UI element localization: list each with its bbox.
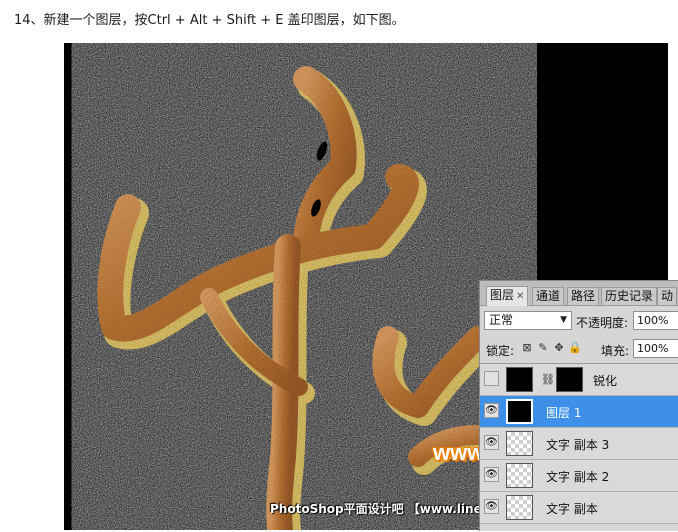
fill-label: 填充: bbox=[601, 344, 630, 358]
lock-fill-row: 锁定: ⊠ ✎ ✥ 🔒 填充: 100% bbox=[480, 337, 678, 361]
layer-name: 文字 副本 2 bbox=[546, 470, 610, 484]
link-icon[interactable]: ⛓ bbox=[541, 373, 555, 386]
eye-icon[interactable]: 👁 bbox=[484, 499, 499, 514]
layer-thumbnail bbox=[506, 431, 533, 456]
layer-thumbnail bbox=[506, 367, 533, 392]
layer-row-text-copy3[interactable]: 👁 文字 副本 3 bbox=[480, 428, 678, 460]
fill-input[interactable]: 100% bbox=[633, 339, 678, 358]
lock-transparency-icon[interactable]: ⊠ bbox=[520, 341, 534, 355]
tab-channels[interactable]: 通道 bbox=[532, 287, 565, 305]
layer-row-sharpen[interactable]: ⛓ 锐化 bbox=[480, 364, 678, 396]
lock-label: 锁定: bbox=[486, 344, 515, 358]
layer-name: 文字 副本 3 bbox=[546, 438, 610, 452]
layers-list: ⛓ 锐化 👁 图层 1 👁 文字 副本 3 👁 文字 副本 2 👁 文字 副本 bbox=[480, 363, 678, 532]
layer-mask-thumbnail[interactable] bbox=[556, 367, 583, 392]
lock-all-icon[interactable]: 🔒 bbox=[568, 341, 582, 355]
opacity-label: 不透明度: bbox=[576, 316, 629, 330]
layer-row-text-copy2[interactable]: 👁 文字 副本 2 bbox=[480, 460, 678, 492]
blend-mode-select[interactable]: 正常 ▼ bbox=[484, 311, 572, 330]
tab-paths[interactable]: 路径 bbox=[567, 287, 600, 305]
layer-row-layer1[interactable]: 👁 图层 1 bbox=[480, 396, 678, 428]
close-icon[interactable]: ✕ bbox=[516, 291, 524, 302]
lock-pixels-icon[interactable]: ✎ bbox=[536, 341, 550, 355]
tab-label: 图层 bbox=[490, 288, 515, 302]
eye-icon[interactable]: 👁 bbox=[484, 435, 499, 450]
chevron-down-icon: ▼ bbox=[560, 315, 567, 325]
tab-history[interactable]: 历史记录 bbox=[601, 287, 658, 305]
layer-thumbnail bbox=[506, 495, 533, 520]
tab-layers[interactable]: 图层 ✕ bbox=[486, 286, 529, 306]
step-instruction: 14、新建一个图层，按Ctrl + Alt + Shift + E 盖印图层，如… bbox=[14, 13, 405, 28]
panel-tabs: 图层 ✕ 通道 路径 历史记录 动 bbox=[480, 281, 678, 306]
lock-position-icon[interactable]: ✥ bbox=[552, 341, 566, 355]
tab-actions[interactable]: 动 bbox=[657, 287, 678, 305]
layer-thumbnail bbox=[506, 399, 533, 424]
visibility-toggle[interactable] bbox=[484, 371, 499, 386]
blend-mode-value: 正常 bbox=[489, 313, 514, 327]
layer-thumbnail bbox=[506, 463, 533, 488]
layer-name: 文字 副本 bbox=[546, 502, 598, 516]
blend-opacity-row: 正常 ▼ 不透明度: 100% bbox=[480, 307, 678, 335]
eye-icon[interactable]: 👁 bbox=[484, 403, 499, 418]
layers-panel: 图层 ✕ 通道 路径 历史记录 动 正常 ▼ 不透明度: 100% 锁定: ⊠ ✎… bbox=[479, 280, 678, 531]
layer-name: 锐化 bbox=[593, 374, 618, 388]
opacity-input[interactable]: 100% bbox=[633, 311, 678, 330]
eye-icon[interactable]: 👁 bbox=[484, 467, 499, 482]
layer-row-text-copy[interactable]: 👁 文字 副本 bbox=[480, 492, 678, 524]
layer-name: 图层 1 bbox=[546, 406, 582, 420]
